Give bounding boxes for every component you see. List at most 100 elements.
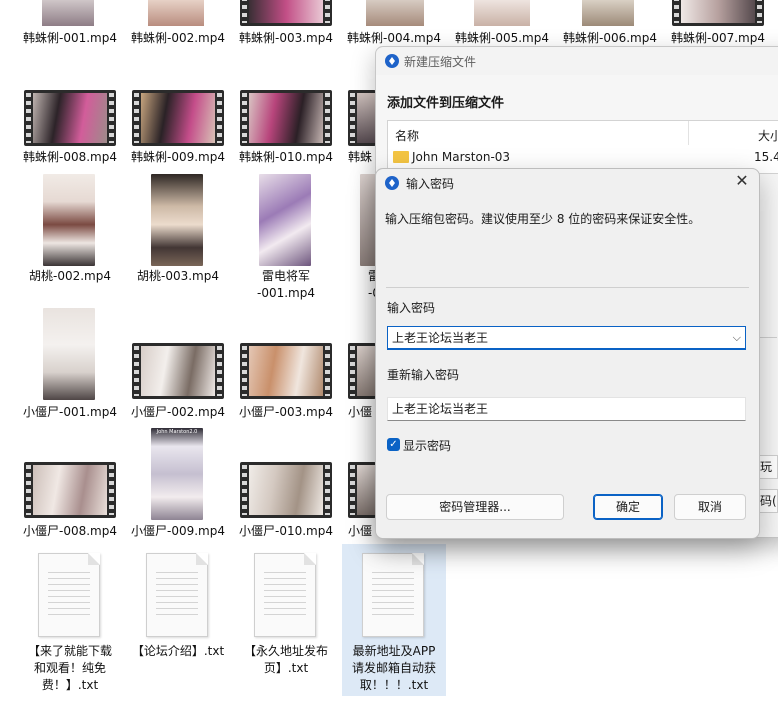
video-thumbnail[interactable] [132,343,224,399]
file-item[interactable]: 雷电将军 -001.mp4 [234,268,338,302]
video-thumbnail[interactable] [259,174,311,266]
close-icon[interactable]: ✕ [733,171,751,191]
video-thumbnail[interactable] [24,462,116,518]
video-thumbnail[interactable] [360,174,376,266]
list-row-name[interactable]: John Marston-03 [412,150,510,164]
file-item[interactable]: 韩蛛俐-008.mp4 [18,149,122,166]
video-thumbnail[interactable] [132,90,224,146]
file-item[interactable]: 【论坛介绍】.txt [126,643,230,660]
file-name: 胡桃-003.mp4 [137,269,219,283]
file-item[interactable]: 小僵尸-003.mp4 [234,404,338,421]
file-name: 小僵尸-009.mp4 [131,524,225,538]
file-name-line: 最新地址及APP [352,644,436,658]
file-name-line: 【来了就能下载 [27,644,112,658]
password-manager-button[interactable]: 密码管理器... [386,494,564,520]
cancel-button[interactable]: 取消 [674,494,746,520]
repeat-password-input[interactable]: 上老王论坛当老王 [387,397,746,421]
password-label: 输入密码 [387,301,436,315]
video-thumbnail[interactable]: John Marston2.0 [151,428,203,520]
file-item[interactable]: 小僵尸-010.mp4 [234,523,338,540]
file-item[interactable]: 韩蛛俐-006.mp4 [558,30,662,47]
file-item[interactable]: 胡桃-003.mp4 [126,268,230,285]
scroll-edge [759,337,777,338]
file-name: 韩蛛俐-001.mp4 [23,31,117,45]
video-thumbnail[interactable] [348,343,376,399]
video-thumbnail[interactable] [672,0,764,26]
thumbnail-caption: John Marston2.0 [156,429,198,435]
file-name: 韩蛛俐-005.mp4 [455,31,549,45]
file-name-line: 页】.txt [263,661,309,675]
file-name: 韩蛛俐-004.mp4 [347,31,441,45]
file-name-line: 费！】.txt [41,678,99,692]
txt-file-icon[interactable] [38,553,100,637]
txt-file-icon[interactable] [362,553,424,637]
file-name: 胡桃-002.mp4 [29,269,111,283]
video-thumbnail[interactable] [240,462,332,518]
video-thumbnail[interactable] [366,0,424,26]
file-name-line: 【永久地址发布 [243,644,328,658]
file-item[interactable]: 小僵尸-001.mp4 [18,404,122,421]
video-thumbnail[interactable] [240,90,332,146]
file-list[interactable]: 名称 大小 John Marston-03 15.4 GB [387,120,778,174]
file-name: 韩蛛俐-009.mp4 [131,150,225,164]
file-item[interactable]: 【来了就能下载 和观看！纯免 费！】.txt [18,643,122,694]
video-thumbnail[interactable] [42,0,94,26]
file-item[interactable]: 韩蛛俐-010.mp4 [234,149,338,166]
file-name: 韩蛛俐-010.mp4 [239,150,333,164]
show-password-checkbox[interactable]: ✓ [387,438,400,451]
dialog-title: 输入密码 [406,177,455,191]
file-item[interactable]: 韩蛛俐-007.mp4 [666,30,770,47]
video-thumbnail[interactable] [582,0,634,26]
file-name: 小僵尸-002.mp4 [131,405,225,419]
file-name-line: 和观看！纯免 [33,661,106,675]
video-thumbnail[interactable] [348,90,376,146]
folder-icon [393,151,409,163]
column-header-size[interactable]: 大小 [758,127,778,144]
file-name-line: 取！！！.txt [359,678,429,692]
video-thumbnail[interactable] [148,0,204,26]
txt-file-icon[interactable] [254,553,316,637]
video-thumbnail[interactable] [474,0,530,26]
file-name: 韩蛛俐-008.mp4 [23,150,117,164]
repeat-password-label: 重新输入密码 [387,368,460,382]
show-password-label[interactable]: 显示密码 [403,437,451,454]
ok-button[interactable]: 确定 [593,494,663,520]
file-name: 小僵尸-008.mp4 [23,524,117,538]
file-item[interactable]: 韩蛛俐-003.mp4 [234,30,338,47]
file-name: 小僵尸-001.mp4 [23,405,117,419]
video-thumbnail[interactable] [151,174,203,266]
dialog-description: 输入压缩包密码。建议使用至少 8 位的密码来保证安全性。 [385,212,701,226]
video-thumbnail[interactable] [43,308,95,400]
txt-file-icon[interactable] [146,553,208,637]
file-item[interactable]: 胡桃-002.mp4 [18,268,122,285]
file-name-line: 【论坛介绍】.txt [131,644,225,658]
video-thumbnail[interactable] [240,0,332,26]
file-item[interactable]: 小僵尸-009.mp4 [126,523,230,540]
file-item[interactable]: 小僵尸-002.mp4 [126,404,230,421]
column-divider [688,121,689,145]
file-item[interactable]: 韩蛛俐-002.mp4 [126,30,230,47]
chevron-down-icon[interactable]: ⌵ [733,327,741,349]
file-name: 韩蛛俐-007.mp4 [671,31,765,45]
list-row-size: 15.4 GB [754,150,778,164]
archiver-app-icon [385,176,399,190]
file-item[interactable]: 韩蛛俐-001.mp4 [18,30,122,47]
file-name: 韩蛛俐-006.mp4 [563,31,657,45]
password-input[interactable]: 上老王论坛当老王 ⌵ [387,326,746,350]
file-item[interactable]: 韩蛛俐-004.mp4 [342,30,446,47]
video-thumbnail[interactable] [24,90,116,146]
dialog-title: 新建压缩文件 [404,55,477,69]
file-item[interactable]: 韩蛛俐-005.mp4 [450,30,554,47]
video-thumbnail[interactable] [43,174,95,266]
column-header-name[interactable]: 名称 [395,127,419,144]
archiver-app-icon [385,54,399,68]
file-name: 小僵尸-010.mp4 [239,524,333,538]
video-thumbnail[interactable] [240,343,332,399]
file-item[interactable]: 小僵尸-008.mp4 [18,523,122,540]
file-name: 小僵尸-003.mp4 [239,405,333,419]
video-thumbnail[interactable] [348,462,376,518]
separator [386,287,749,288]
file-item[interactable]: 【永久地址发布 页】.txt [234,643,338,677]
file-item[interactable]: 最新地址及APP 请发邮箱自动获 取！！！.txt [342,643,446,694]
file-item[interactable]: 韩蛛俐-009.mp4 [126,149,230,166]
